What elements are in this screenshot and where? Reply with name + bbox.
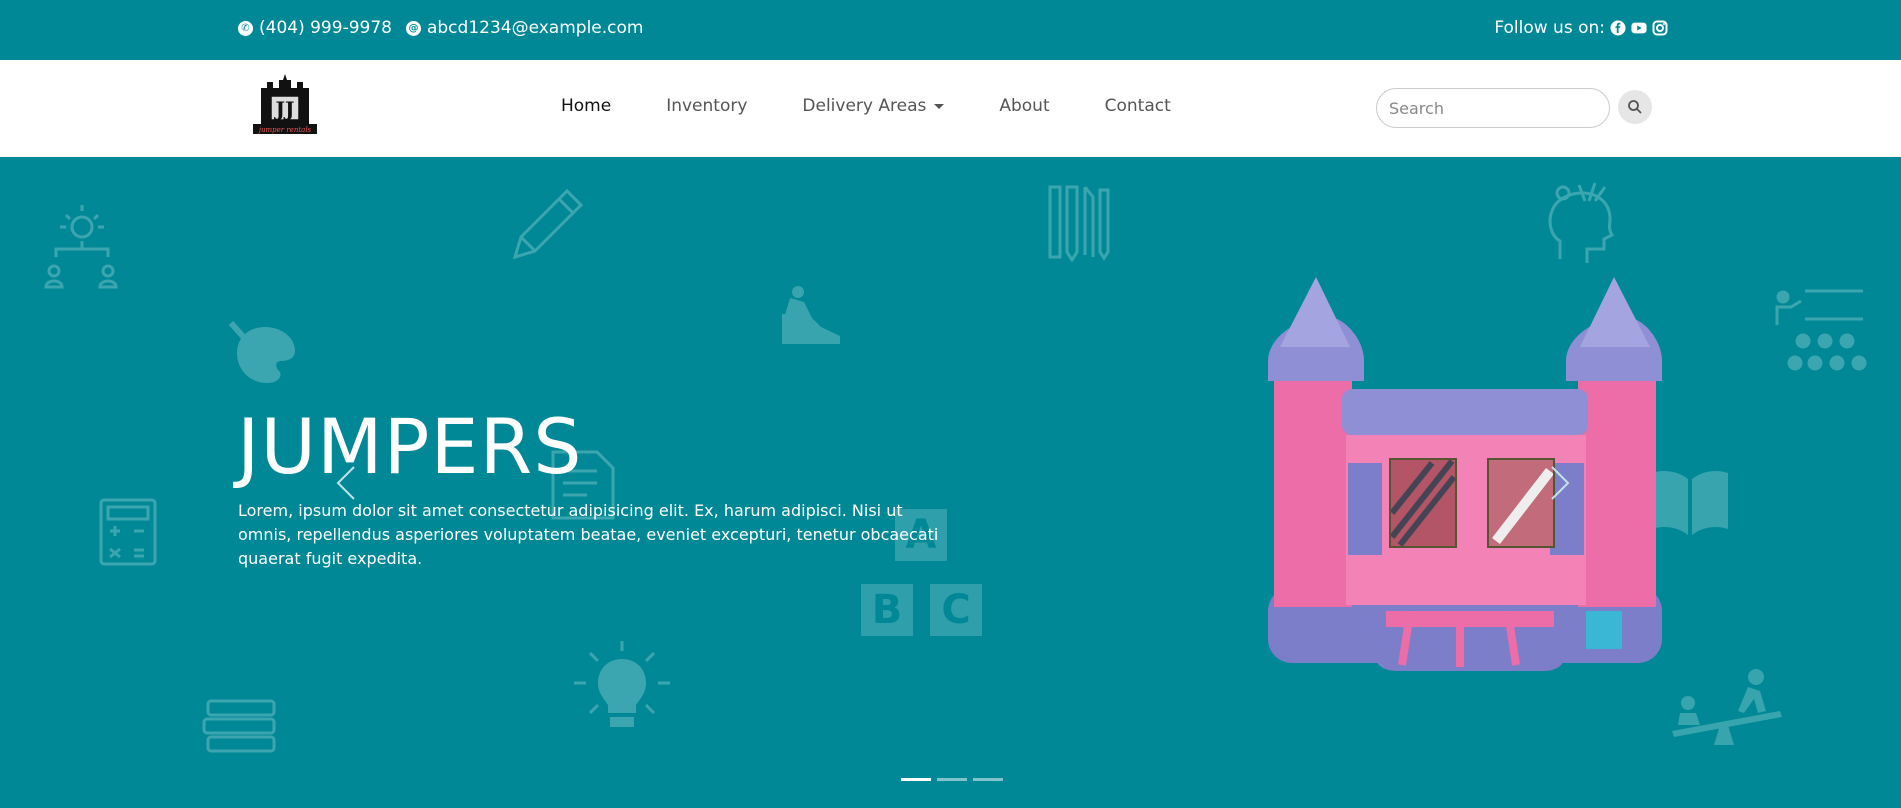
carousel-indicator-2[interactable] — [937, 778, 967, 781]
logo-caption: jumper rentals — [257, 126, 312, 134]
logo-letters: JJ — [274, 97, 295, 121]
carousel-prev-button[interactable] — [334, 465, 358, 501]
pens-icon — [1048, 185, 1110, 262]
idea-team-icon — [44, 205, 118, 289]
caret-down-icon — [934, 103, 945, 109]
youtube-icon[interactable] — [1631, 20, 1647, 36]
at-icon: @ — [405, 20, 421, 36]
search-icon — [1628, 100, 1642, 114]
lightbulb-icon — [574, 641, 670, 727]
bounce-house-image — [1268, 277, 1662, 671]
brain-head-icon — [1548, 182, 1615, 263]
hero-title: JUMPERS — [237, 402, 583, 491]
email-address: abcd1234@example.com — [426, 18, 644, 38]
nav-delivery-areas[interactable]: Delivery Areas — [802, 96, 945, 116]
email-item[interactable]: @ abcd1234@example.com — [405, 18, 644, 38]
nav-contact[interactable]: Contact — [1105, 96, 1171, 116]
block-b: B — [861, 584, 913, 636]
seesaw-icon — [1672, 669, 1782, 745]
nav-inventory[interactable]: Inventory — [666, 96, 747, 116]
palette-icon — [228, 320, 295, 383]
carousel-next-button[interactable] — [1548, 465, 1572, 501]
search-button[interactable] — [1618, 90, 1652, 124]
phone-item[interactable]: ✆ (404) 999-9978 — [238, 18, 392, 38]
nav-delivery-label: Delivery Areas — [802, 96, 927, 116]
classroom-icon — [1775, 289, 1867, 371]
facebook-icon[interactable] — [1610, 20, 1626, 36]
carousel-indicator-1[interactable] — [901, 778, 931, 781]
pencil-icon — [512, 188, 584, 260]
phone-number: (404) 999-9978 — [259, 18, 392, 38]
nav-home[interactable]: Home — [561, 96, 611, 116]
instagram-icon[interactable] — [1652, 20, 1668, 36]
chevron-right-icon — [1551, 466, 1570, 500]
contact-info: ✆ (404) 999-9978 @ abcd1234@example.com — [238, 18, 643, 38]
carousel-indicator-3[interactable] — [973, 778, 1003, 781]
calculator-icon — [99, 498, 157, 566]
follow-label: Follow us on: — [1494, 18, 1605, 38]
top-bar: ✆ (404) 999-9978 @ abcd1234@example.com … — [0, 0, 1901, 60]
hero-carousel: A B C JUMPERS Lorem, ipsum dolor sit ame… — [0, 157, 1901, 808]
block-c: C — [930, 584, 982, 636]
hero-description: Lorem, ipsum dolor sit amet consectetur … — [238, 501, 939, 568]
site-logo[interactable]: JJ jumper rentals — [249, 70, 321, 142]
main-nav: Home Inventory Delivery Areas About Cont… — [561, 96, 1171, 116]
books-icon — [202, 699, 276, 753]
slide-icon — [782, 286, 840, 344]
carousel-indicators — [901, 778, 1003, 781]
phone-icon: ✆ — [238, 20, 253, 36]
navbar: JJ jumper rentals Home Inventory Deliver… — [0, 60, 1901, 157]
search-input[interactable] — [1376, 88, 1610, 128]
nav-about[interactable]: About — [999, 96, 1049, 116]
social-links: Follow us on: — [1494, 18, 1668, 38]
chevron-left-icon — [336, 466, 355, 500]
